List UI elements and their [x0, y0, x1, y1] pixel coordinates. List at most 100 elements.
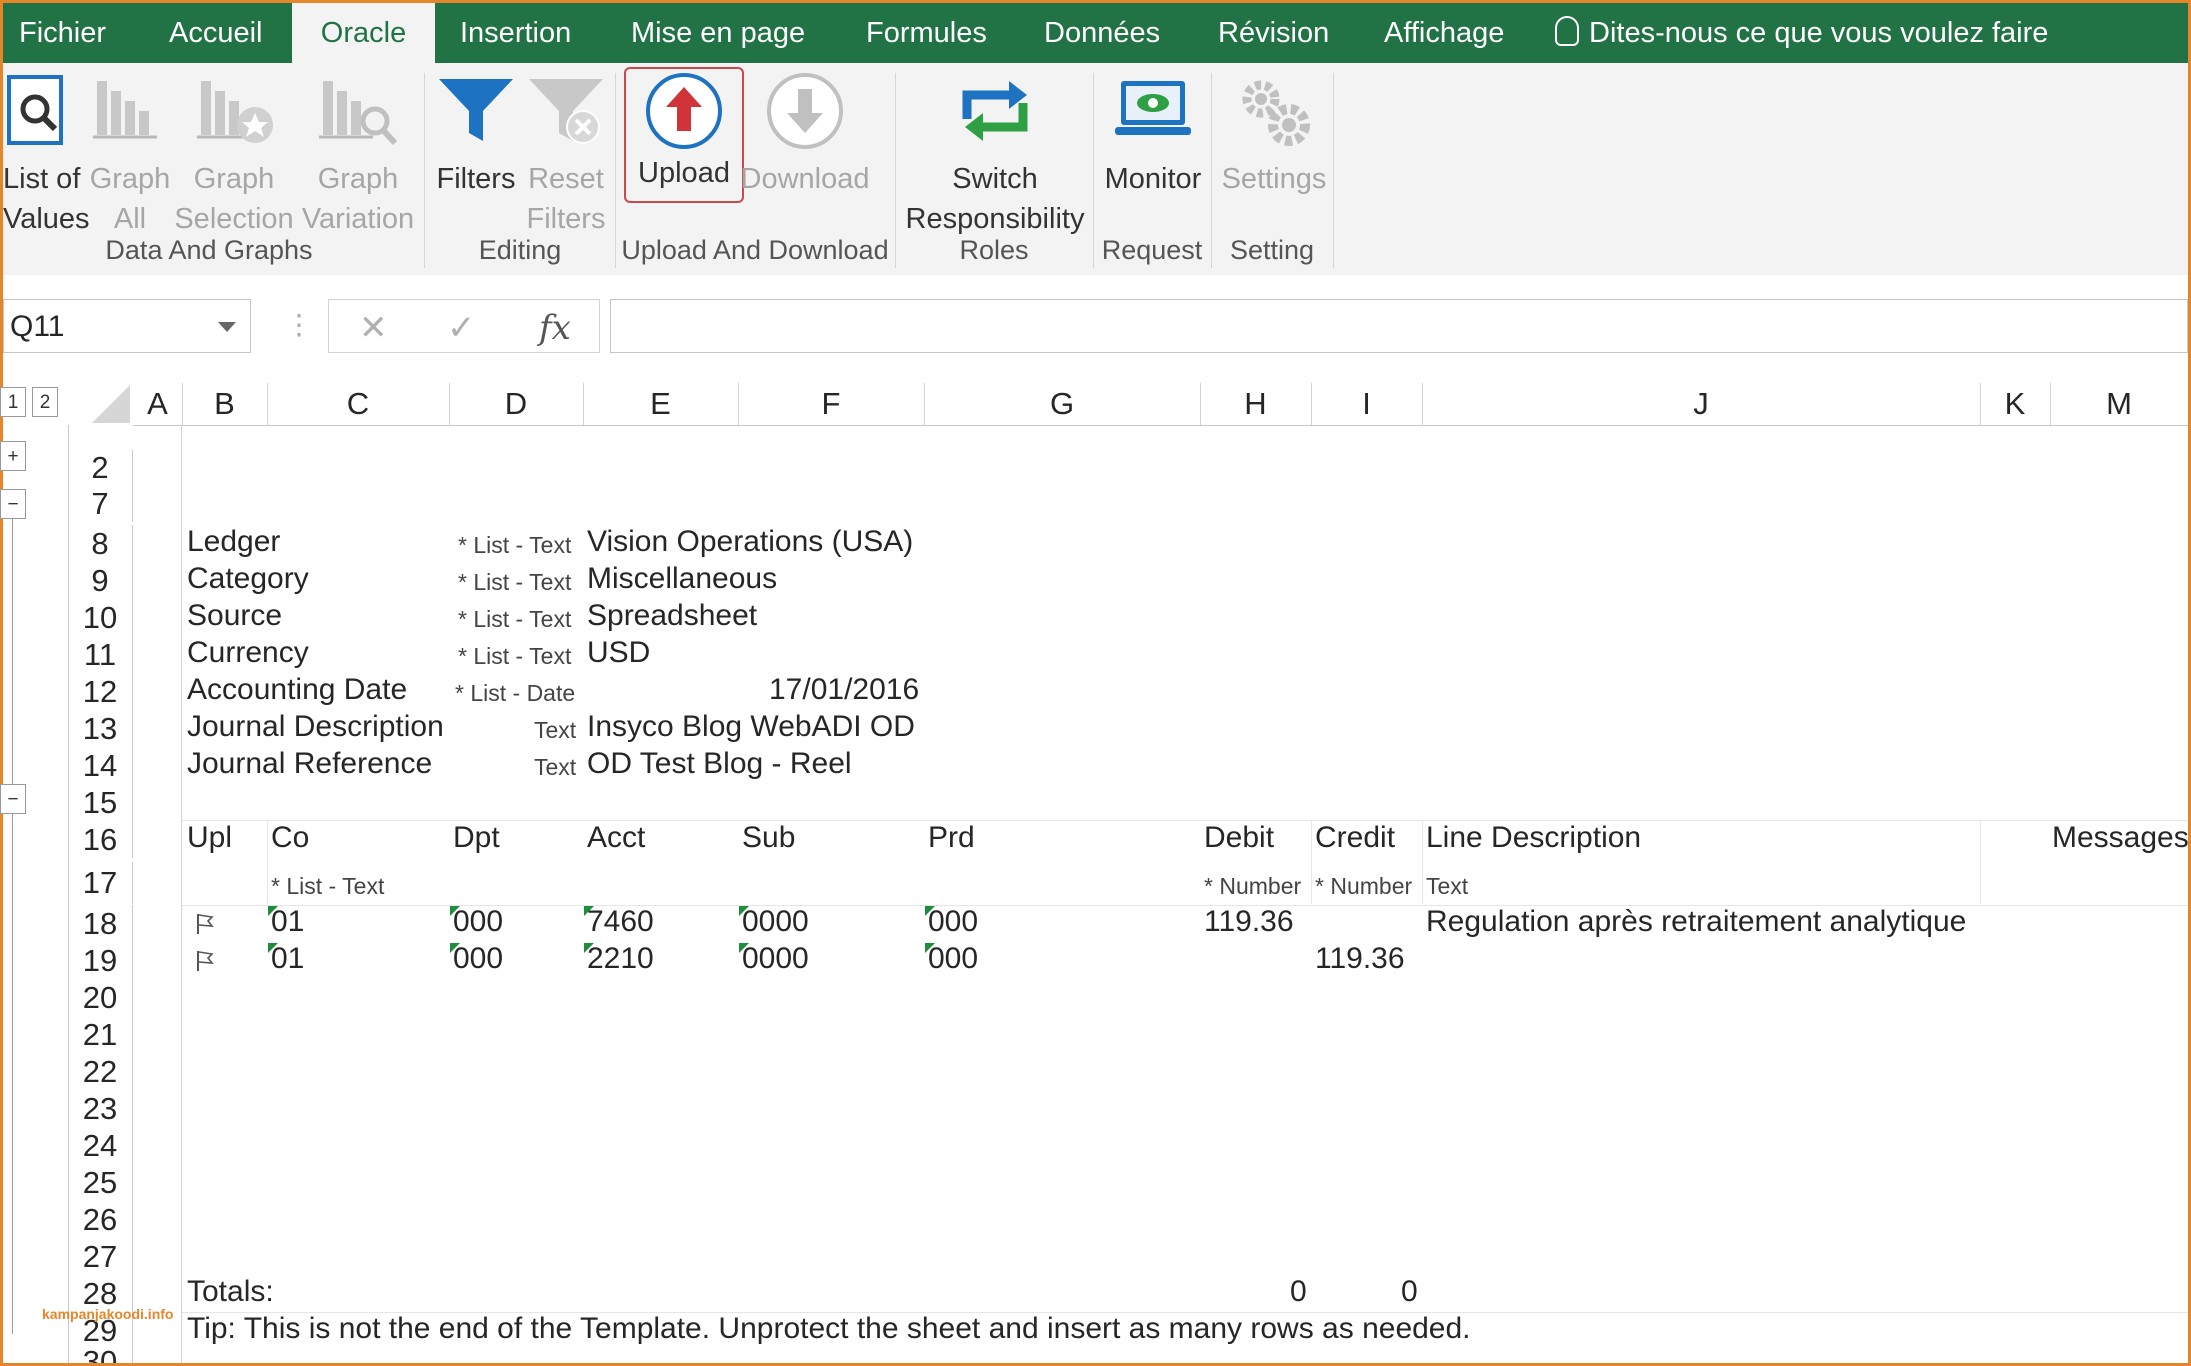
row-header[interactable]: 19: [68, 942, 133, 979]
currency-value[interactable]: USD: [587, 636, 650, 670]
row-header[interactable]: 26: [68, 1201, 133, 1238]
line-credit[interactable]: 119.36: [1315, 942, 1405, 976]
column-header-k[interactable]: K: [1980, 383, 2051, 426]
row-header[interactable]: 18: [68, 905, 133, 942]
more-icon[interactable]: ⋮: [285, 311, 313, 339]
tab-insertion[interactable]: Insertion: [460, 3, 571, 63]
tell-me-box[interactable]: Dites-nous ce que vous voulez faire: [1555, 3, 2048, 63]
ledger-value[interactable]: Vision Operations (USA): [587, 525, 913, 559]
reset-filters-button[interactable]: Reset Filters: [521, 71, 611, 235]
tab-formules[interactable]: Formules: [866, 3, 987, 63]
row-header[interactable]: 24: [68, 1127, 133, 1164]
row-header[interactable]: 10: [68, 599, 133, 636]
row-header[interactable]: 16: [68, 821, 133, 858]
line-sub[interactable]: 0000: [742, 905, 809, 939]
column-header-b[interactable]: B: [182, 383, 268, 426]
row-header[interactable]: 22: [68, 1053, 133, 1090]
column-header-h[interactable]: H: [1200, 383, 1312, 426]
prd-header: Prd: [928, 821, 975, 854]
flag-icon[interactable]: [195, 950, 215, 972]
formula-input[interactable]: [610, 299, 2188, 353]
line-dpt[interactable]: 000: [453, 905, 503, 939]
line-acct[interactable]: 2210: [587, 942, 654, 976]
cancel-icon[interactable]: ✕: [359, 308, 388, 348]
tab-oracle[interactable]: Oracle: [292, 3, 435, 63]
ribbon-separator: [1333, 73, 1334, 268]
row-header[interactable]: 20: [68, 979, 133, 1016]
collapse-group-button[interactable]: −: [0, 784, 26, 814]
confirm-icon[interactable]: ✓: [447, 308, 476, 348]
graph-all-button[interactable]: Graph All: [87, 71, 173, 235]
line-debit[interactable]: 119.36: [1204, 905, 1294, 939]
line-co[interactable]: 01: [271, 942, 304, 976]
debit-subheader: * Number: [1204, 873, 1302, 899]
line-co[interactable]: 01: [271, 905, 304, 939]
column-header-g[interactable]: G: [924, 383, 1201, 426]
insert-function-icon[interactable]: fx: [539, 308, 571, 348]
co-header: Co: [271, 821, 310, 854]
journal-description-value[interactable]: Insyco Blog WebADI OD: [587, 710, 915, 744]
column-header-e[interactable]: E: [583, 383, 739, 426]
download-button[interactable]: Download: [739, 71, 871, 201]
tab-mise-en-page[interactable]: Mise en page: [631, 3, 805, 63]
row-header[interactable]: 15: [68, 784, 133, 821]
column-header-f[interactable]: F: [738, 383, 925, 426]
row-header[interactable]: 27: [68, 1238, 133, 1275]
select-all-corner[interactable]: [88, 383, 132, 425]
row-header[interactable]: 7: [68, 486, 133, 522]
row-header[interactable]: 8: [68, 525, 133, 562]
outline-level-1[interactable]: 1: [0, 387, 26, 417]
row-header[interactable]: 11: [68, 636, 133, 673]
row-header[interactable]: 2: [68, 450, 133, 486]
tab-donnees[interactable]: Données: [1044, 3, 1160, 63]
row-header[interactable]: 9: [68, 562, 133, 599]
upload-button[interactable]: Upload: [624, 67, 744, 203]
row-header[interactable]: 30: [68, 1349, 133, 1363]
chevron-down-icon[interactable]: [218, 322, 236, 332]
row-header[interactable]: 17: [68, 862, 133, 904]
line-description-header: Line Description: [1426, 821, 1642, 854]
row-header[interactable]: 23: [68, 1090, 133, 1127]
debit-header: Debit: [1204, 821, 1275, 854]
column-header-m[interactable]: M: [2050, 383, 2188, 426]
column-header-i[interactable]: I: [1311, 383, 1423, 426]
name-box[interactable]: Q11: [3, 299, 251, 353]
row-header[interactable]: 13: [68, 710, 133, 747]
journal-reference-value[interactable]: OD Test Blog - Reel: [587, 747, 852, 781]
column-header-c[interactable]: C: [267, 383, 450, 426]
graph-variation-button[interactable]: Graph Variation: [297, 71, 419, 235]
line-prd[interactable]: 000: [928, 942, 978, 976]
list-of-values-label-2: Values: [3, 203, 90, 235]
category-value[interactable]: Miscellaneous: [587, 562, 777, 596]
row-header[interactable]: 25: [68, 1164, 133, 1201]
row-header[interactable]: 12: [68, 673, 133, 710]
line-dpt[interactable]: 000: [453, 942, 503, 976]
line-acct[interactable]: 7460: [587, 905, 654, 939]
collapse-group-button[interactable]: −: [0, 489, 26, 519]
settings-button[interactable]: Settings: [1215, 71, 1333, 201]
row-header[interactable]: 21: [68, 1016, 133, 1053]
line-sub[interactable]: 0000: [742, 942, 809, 976]
tab-fichier[interactable]: Fichier: [19, 3, 106, 63]
tab-accueil[interactable]: Accueil: [169, 3, 263, 63]
column-header-d[interactable]: D: [449, 383, 584, 426]
row-header[interactable]: 14: [68, 747, 133, 784]
flag-icon[interactable]: [195, 913, 215, 935]
list-of-values-button[interactable]: List of Values: [3, 71, 90, 235]
tab-affichage[interactable]: Affichage: [1384, 3, 1504, 63]
monitor-button[interactable]: Monitor: [1097, 71, 1209, 201]
tell-me-text: Dites-nous ce que vous voulez faire: [1589, 17, 2049, 49]
outline-level-2[interactable]: 2: [32, 387, 58, 417]
expand-group-button[interactable]: +: [0, 441, 26, 471]
tab-revision[interactable]: Révision: [1218, 3, 1329, 63]
switch-responsibility-button[interactable]: Switch Responsibility: [899, 71, 1091, 235]
graph-selection-button[interactable]: Graph Selection: [173, 71, 295, 235]
filters-button[interactable]: Filters: [431, 71, 521, 201]
accounting-date-value[interactable]: 17/01/2016: [769, 673, 919, 707]
line-prd[interactable]: 000: [928, 905, 978, 939]
line-description[interactable]: Regulation après retraitement analytique: [1426, 905, 1966, 939]
group-upload-and-download: Upload And Download: [621, 235, 889, 265]
column-header-j[interactable]: J: [1422, 383, 1981, 426]
source-value[interactable]: Spreadsheet: [587, 599, 757, 633]
column-header-a[interactable]: A: [133, 383, 183, 426]
